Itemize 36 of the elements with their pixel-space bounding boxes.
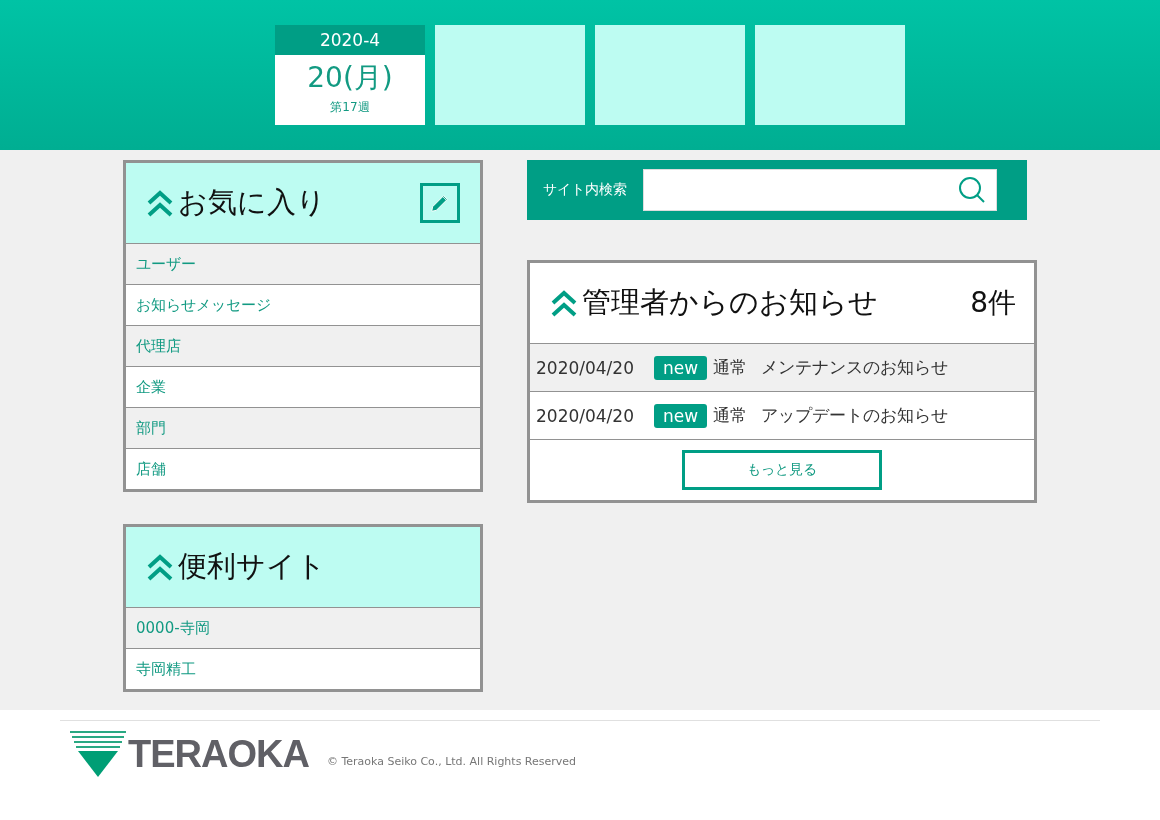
- notice-subject: アップデートのお知らせ: [761, 404, 949, 427]
- list-link[interactable]: 寺岡精工: [136, 659, 196, 679]
- search-field[interactable]: [643, 169, 997, 211]
- calendar-week: 第17週: [330, 99, 370, 116]
- notice-row[interactable]: 2020/04/20 new 通常 メンテナンスのお知らせ: [530, 344, 1034, 392]
- notice-count: 8件: [970, 285, 1016, 321]
- notice-date: 2020/04/20: [536, 405, 635, 426]
- list-link[interactable]: ユーザー: [136, 254, 196, 274]
- new-badge: new: [654, 403, 708, 428]
- list-link[interactable]: 企業: [136, 377, 166, 397]
- list-link[interactable]: 0000-寺岡: [136, 618, 210, 638]
- pencil-icon: [429, 192, 451, 214]
- double-chevron-up-icon: [146, 189, 174, 217]
- list-link[interactable]: 部門: [136, 418, 166, 438]
- notice-date: 2020/04/20: [536, 357, 635, 378]
- logo-wordmark: TERAOKA: [128, 732, 309, 776]
- copyright-text: © Teraoka Seiko Co., Ltd. All Rights Reserved: [326, 754, 577, 768]
- search-icon[interactable]: [958, 176, 986, 204]
- list-link[interactable]: お知らせメッセージ: [136, 295, 271, 315]
- calendar-month: 2020-4: [275, 25, 425, 55]
- panel-title: 管理者からのお知らせ: [582, 284, 879, 321]
- new-badge: new: [654, 355, 708, 380]
- edit-button[interactable]: [420, 183, 460, 223]
- double-chevron-up-icon: [550, 289, 578, 317]
- panel-title: お気に入り: [178, 184, 327, 221]
- calendar-day: 20(月): [307, 59, 393, 97]
- more-button[interactable]: もっと見る: [682, 450, 882, 490]
- panel-title: 便利サイト: [178, 548, 327, 585]
- list-link[interactable]: 代理店: [136, 336, 181, 356]
- notice-subject: メンテナンスのお知らせ: [761, 356, 949, 379]
- notice-category: 通常: [713, 356, 748, 379]
- logo-triangle-icon: [70, 731, 126, 777]
- list-link[interactable]: 店舗: [136, 459, 166, 479]
- notice-category: 通常: [713, 404, 748, 427]
- search-label: サイト内検索: [543, 181, 627, 199]
- double-chevron-up-icon: [146, 553, 174, 581]
